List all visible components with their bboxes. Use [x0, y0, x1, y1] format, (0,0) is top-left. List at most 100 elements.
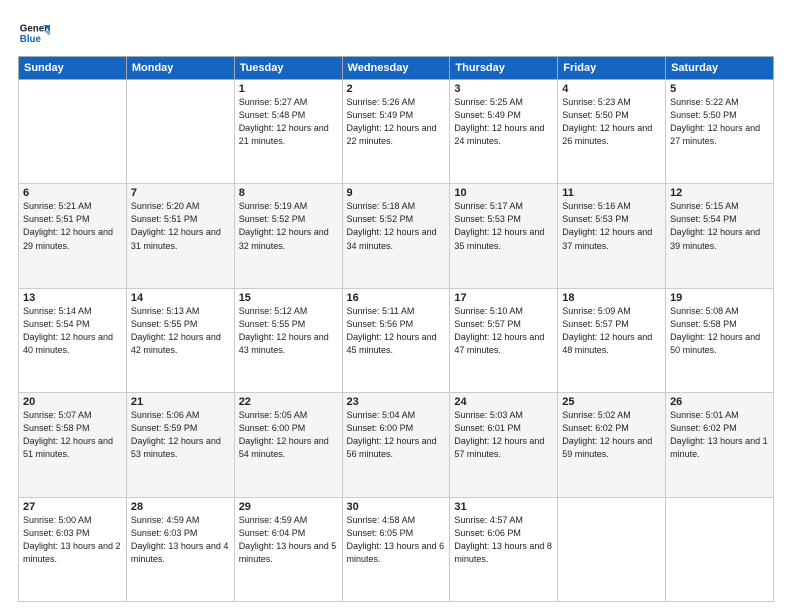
day-number: 5 [670, 83, 769, 95]
day-info: Sunrise: 4:59 AM Sunset: 6:04 PM Dayligh… [239, 514, 338, 566]
day-info: Sunrise: 5:00 AM Sunset: 6:03 PM Dayligh… [23, 514, 122, 566]
header-day-saturday: Saturday [666, 57, 774, 80]
day-number: 7 [131, 187, 230, 199]
svg-text:General: General [20, 23, 50, 34]
day-number: 30 [347, 501, 446, 513]
day-cell: 23Sunrise: 5:04 AM Sunset: 6:00 PM Dayli… [342, 393, 450, 497]
day-cell: 30Sunrise: 4:58 AM Sunset: 6:05 PM Dayli… [342, 497, 450, 601]
day-cell: 24Sunrise: 5:03 AM Sunset: 6:01 PM Dayli… [450, 393, 558, 497]
day-cell: 17Sunrise: 5:10 AM Sunset: 5:57 PM Dayli… [450, 288, 558, 392]
day-cell: 4Sunrise: 5:23 AM Sunset: 5:50 PM Daylig… [558, 80, 666, 184]
day-info: Sunrise: 5:07 AM Sunset: 5:58 PM Dayligh… [23, 409, 122, 461]
day-info: Sunrise: 5:11 AM Sunset: 5:56 PM Dayligh… [347, 305, 446, 357]
day-info: Sunrise: 5:13 AM Sunset: 5:55 PM Dayligh… [131, 305, 230, 357]
day-info: Sunrise: 5:08 AM Sunset: 5:58 PM Dayligh… [670, 305, 769, 357]
day-number: 4 [562, 83, 661, 95]
day-info: Sunrise: 5:04 AM Sunset: 6:00 PM Dayligh… [347, 409, 446, 461]
day-cell: 27Sunrise: 5:00 AM Sunset: 6:03 PM Dayli… [19, 497, 127, 601]
header-day-sunday: Sunday [19, 57, 127, 80]
day-number: 16 [347, 292, 446, 304]
day-info: Sunrise: 5:26 AM Sunset: 5:49 PM Dayligh… [347, 96, 446, 148]
day-cell [666, 497, 774, 601]
day-cell: 1Sunrise: 5:27 AM Sunset: 5:48 PM Daylig… [234, 80, 342, 184]
header-day-thursday: Thursday [450, 57, 558, 80]
logo: General Blue [18, 18, 54, 50]
header-day-monday: Monday [126, 57, 234, 80]
day-info: Sunrise: 5:05 AM Sunset: 6:00 PM Dayligh… [239, 409, 338, 461]
day-cell: 18Sunrise: 5:09 AM Sunset: 5:57 PM Dayli… [558, 288, 666, 392]
day-cell: 2Sunrise: 5:26 AM Sunset: 5:49 PM Daylig… [342, 80, 450, 184]
calendar-table: SundayMondayTuesdayWednesdayThursdayFrid… [18, 56, 774, 602]
day-cell: 22Sunrise: 5:05 AM Sunset: 6:00 PM Dayli… [234, 393, 342, 497]
day-number: 24 [454, 396, 553, 408]
day-info: Sunrise: 5:16 AM Sunset: 5:53 PM Dayligh… [562, 200, 661, 252]
day-number: 25 [562, 396, 661, 408]
day-number: 3 [454, 83, 553, 95]
day-cell [19, 80, 127, 184]
day-number: 18 [562, 292, 661, 304]
day-info: Sunrise: 5:19 AM Sunset: 5:52 PM Dayligh… [239, 200, 338, 252]
day-info: Sunrise: 5:14 AM Sunset: 5:54 PM Dayligh… [23, 305, 122, 357]
day-info: Sunrise: 5:02 AM Sunset: 6:02 PM Dayligh… [562, 409, 661, 461]
day-cell: 26Sunrise: 5:01 AM Sunset: 6:02 PM Dayli… [666, 393, 774, 497]
day-number: 6 [23, 187, 122, 199]
day-info: Sunrise: 5:10 AM Sunset: 5:57 PM Dayligh… [454, 305, 553, 357]
svg-text:Blue: Blue [20, 34, 42, 45]
week-row-4: 20Sunrise: 5:07 AM Sunset: 5:58 PM Dayli… [19, 393, 774, 497]
day-number: 15 [239, 292, 338, 304]
day-cell: 10Sunrise: 5:17 AM Sunset: 5:53 PM Dayli… [450, 184, 558, 288]
day-cell: 3Sunrise: 5:25 AM Sunset: 5:49 PM Daylig… [450, 80, 558, 184]
week-row-1: 1Sunrise: 5:27 AM Sunset: 5:48 PM Daylig… [19, 80, 774, 184]
day-info: Sunrise: 4:57 AM Sunset: 6:06 PM Dayligh… [454, 514, 553, 566]
day-cell: 14Sunrise: 5:13 AM Sunset: 5:55 PM Dayli… [126, 288, 234, 392]
day-cell: 5Sunrise: 5:22 AM Sunset: 5:50 PM Daylig… [666, 80, 774, 184]
day-cell [558, 497, 666, 601]
day-number: 1 [239, 83, 338, 95]
day-number: 19 [670, 292, 769, 304]
day-cell: 15Sunrise: 5:12 AM Sunset: 5:55 PM Dayli… [234, 288, 342, 392]
header-day-tuesday: Tuesday [234, 57, 342, 80]
day-info: Sunrise: 5:18 AM Sunset: 5:52 PM Dayligh… [347, 200, 446, 252]
day-cell: 31Sunrise: 4:57 AM Sunset: 6:06 PM Dayli… [450, 497, 558, 601]
day-cell: 28Sunrise: 4:59 AM Sunset: 6:03 PM Dayli… [126, 497, 234, 601]
header-day-friday: Friday [558, 57, 666, 80]
day-number: 14 [131, 292, 230, 304]
day-info: Sunrise: 5:17 AM Sunset: 5:53 PM Dayligh… [454, 200, 553, 252]
day-number: 21 [131, 396, 230, 408]
day-number: 10 [454, 187, 553, 199]
week-row-2: 6Sunrise: 5:21 AM Sunset: 5:51 PM Daylig… [19, 184, 774, 288]
day-number: 11 [562, 187, 661, 199]
day-number: 26 [670, 396, 769, 408]
day-number: 13 [23, 292, 122, 304]
day-info: Sunrise: 4:59 AM Sunset: 6:03 PM Dayligh… [131, 514, 230, 566]
logo-icon: General Blue [18, 18, 50, 50]
day-info: Sunrise: 5:20 AM Sunset: 5:51 PM Dayligh… [131, 200, 230, 252]
day-cell: 11Sunrise: 5:16 AM Sunset: 5:53 PM Dayli… [558, 184, 666, 288]
day-cell: 12Sunrise: 5:15 AM Sunset: 5:54 PM Dayli… [666, 184, 774, 288]
day-info: Sunrise: 5:22 AM Sunset: 5:50 PM Dayligh… [670, 96, 769, 148]
day-info: Sunrise: 5:01 AM Sunset: 6:02 PM Dayligh… [670, 409, 769, 461]
day-cell: 8Sunrise: 5:19 AM Sunset: 5:52 PM Daylig… [234, 184, 342, 288]
day-number: 17 [454, 292, 553, 304]
page: General Blue SundayMondayTuesdayWednesda… [0, 0, 792, 612]
day-number: 23 [347, 396, 446, 408]
day-info: Sunrise: 4:58 AM Sunset: 6:05 PM Dayligh… [347, 514, 446, 566]
day-number: 12 [670, 187, 769, 199]
day-cell: 7Sunrise: 5:20 AM Sunset: 5:51 PM Daylig… [126, 184, 234, 288]
day-info: Sunrise: 5:23 AM Sunset: 5:50 PM Dayligh… [562, 96, 661, 148]
day-info: Sunrise: 5:15 AM Sunset: 5:54 PM Dayligh… [670, 200, 769, 252]
day-cell: 9Sunrise: 5:18 AM Sunset: 5:52 PM Daylig… [342, 184, 450, 288]
day-cell: 21Sunrise: 5:06 AM Sunset: 5:59 PM Dayli… [126, 393, 234, 497]
header: General Blue [18, 18, 774, 50]
week-row-5: 27Sunrise: 5:00 AM Sunset: 6:03 PM Dayli… [19, 497, 774, 601]
day-cell: 6Sunrise: 5:21 AM Sunset: 5:51 PM Daylig… [19, 184, 127, 288]
day-cell: 20Sunrise: 5:07 AM Sunset: 5:58 PM Dayli… [19, 393, 127, 497]
day-cell [126, 80, 234, 184]
day-cell: 16Sunrise: 5:11 AM Sunset: 5:56 PM Dayli… [342, 288, 450, 392]
day-number: 27 [23, 501, 122, 513]
day-cell: 25Sunrise: 5:02 AM Sunset: 6:02 PM Dayli… [558, 393, 666, 497]
day-number: 31 [454, 501, 553, 513]
day-info: Sunrise: 5:21 AM Sunset: 5:51 PM Dayligh… [23, 200, 122, 252]
day-cell: 13Sunrise: 5:14 AM Sunset: 5:54 PM Dayli… [19, 288, 127, 392]
day-number: 9 [347, 187, 446, 199]
